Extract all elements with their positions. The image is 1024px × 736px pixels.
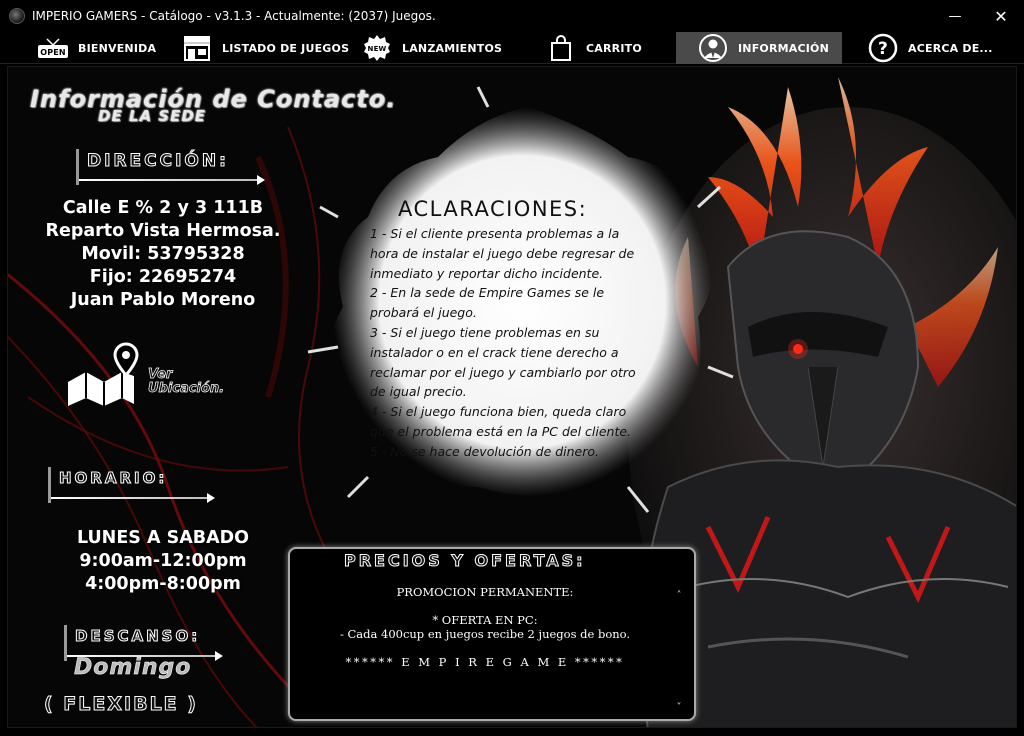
minimize-button[interactable]: — <box>932 0 978 32</box>
clarification-line: inmediato y reportar dicho incidente. <box>370 265 604 281</box>
window-title: IMPERIO GAMERS - Catálogo - v3.1.3 - Act… <box>32 9 436 23</box>
svg-text:OPEN: OPEN <box>40 48 66 57</box>
contact-title: Información de Contacto. <box>30 85 397 113</box>
view-location-link[interactable]: Ver Ubicación. <box>64 342 264 412</box>
tab-carrito[interactable]: CARRITO <box>544 32 674 64</box>
tab-label: CARRITO <box>586 41 642 55</box>
offer-detail: - Cada 400cup en juegos recibe 2 juegos … <box>339 627 631 641</box>
contact-subtitle: DE LA SEDE <box>98 107 207 125</box>
clarification-line: que el problema está en la PC del client… <box>370 423 632 439</box>
clarifications-title: ACLARACIONES: <box>398 197 588 221</box>
question-circle-icon: ? <box>866 33 900 63</box>
tab-bienvenida[interactable]: OPEN BIENVENIDA <box>36 32 176 64</box>
tab-acerca[interactable]: ? ACERCA DE... <box>866 32 1016 64</box>
map-pin-icon <box>68 342 139 406</box>
clarification-line: 2 - En la sede de Empire Games se le <box>370 285 605 301</box>
title-bar: IMPERIO GAMERS - Catálogo - v3.1.3 - Act… <box>0 0 1024 32</box>
rest-day: Domingo <box>74 655 192 681</box>
clarification-line: reclamar por el juego y cambiarlo por ot… <box>370 364 636 380</box>
clarification-line: 4 - Si el juego funciona bien, queda cla… <box>370 404 627 420</box>
svg-text:NEW: NEW <box>368 45 387 53</box>
tab-listado[interactable]: LISTADO DE JUEGOS <box>180 32 360 64</box>
svg-text:?: ? <box>878 39 888 59</box>
phone-landline: Fijo: 22695274 <box>89 267 237 287</box>
tab-label: LISTADO DE JUEGOS <box>222 41 350 55</box>
scroll-down-icon[interactable]: ˅ <box>672 701 686 715</box>
label-arrow <box>79 175 265 185</box>
promo-heading: PROMOCION PERMANENTE: <box>396 585 574 599</box>
offer-heading: * OFERTA EN PC: <box>432 613 538 627</box>
label-arrow <box>51 493 215 503</box>
schedule-line: 9:00am-12:00pm <box>79 551 247 571</box>
map-link-text: Ver <box>148 367 173 382</box>
contact-person: Juan Pablo Moreno <box>70 290 256 310</box>
clarification-line: de igual precio. <box>370 384 467 400</box>
tab-lanzamientos[interactable]: NEW LANZAMIENTOS <box>360 32 520 64</box>
phone-mobile: Movil: 53795328 <box>81 244 245 264</box>
clarification-line: probará el juego. <box>370 305 477 321</box>
address-line: Calle E % 2 y 3 111B <box>62 198 264 218</box>
clarification-line: hora de instalar el juego debe regresar … <box>370 245 635 261</box>
prices-offers-text[interactable]: PROMOCION PERMANENTE: * OFERTA EN PC: - … <box>306 585 664 669</box>
schedule-block: LUNES A SABADO 9:00am-12:00pm 4:00pm-8:0… <box>28 527 298 596</box>
tab-label: ACERCA DE... <box>908 41 993 55</box>
open-sign-icon: OPEN <box>36 34 70 62</box>
address-label: DIRECCIÓN: <box>76 149 266 185</box>
user-suit-icon <box>696 34 730 62</box>
schedule-line: LUNES A SABADO <box>76 528 250 548</box>
schedule-label: HORARIO: <box>48 467 218 503</box>
tab-label: INFORMACIÓN <box>738 41 830 55</box>
clarification-line: 3 - Si el juego tiene problemas en su <box>370 324 600 340</box>
clarification-line: 5 - No se hace devolución de dinero. <box>370 443 600 459</box>
tab-bar: OPEN BIENVENIDA LISTADO DE JUEGOS NEW LA… <box>0 32 1024 64</box>
prices-scrollbar[interactable]: ˄ ˅ <box>672 589 686 715</box>
prices-offers-title: PRECIOS Y OFERTAS: <box>344 551 586 571</box>
store-icon <box>180 34 214 62</box>
address-block: Calle E % 2 y 3 111B Reparto Vista Hermo… <box>28 197 298 312</box>
close-button[interactable]: ✕ <box>978 0 1024 32</box>
clarification-line: 1 - Si el cliente presenta problemas a l… <box>370 226 620 241</box>
scroll-up-icon[interactable]: ˄ <box>672 589 686 603</box>
app-icon <box>9 8 25 24</box>
tab-informacion[interactable]: INFORMACIÓN <box>676 32 842 64</box>
shopping-bag-icon <box>544 34 578 62</box>
tab-label: BIENVENIDA <box>78 41 157 55</box>
offer-footer: ****** E M P I R E G A M E ****** <box>345 655 625 669</box>
address-line: Reparto Vista Hermosa. <box>45 221 281 241</box>
new-badge-icon: NEW <box>360 34 394 62</box>
schedule-line: 4:00pm-8:00pm <box>85 574 241 594</box>
prices-offers-box: PRECIOS Y OFERTAS: PROMOCION PERMANENTE:… <box>288 547 696 721</box>
clarification-line: instalador o en el crack tiene derecho a <box>370 344 619 360</box>
info-panel: Información de Contacto. DE LA SEDE DIRE… <box>7 66 1017 728</box>
rest-note: ( FLEXIBLE ) <box>44 693 198 716</box>
map-link-text: Ubicación. <box>148 381 225 396</box>
tab-label: LANZAMIENTOS <box>402 41 503 55</box>
clarifications-text: 1 - Si el cliente presenta problemas a l… <box>370 224 680 462</box>
